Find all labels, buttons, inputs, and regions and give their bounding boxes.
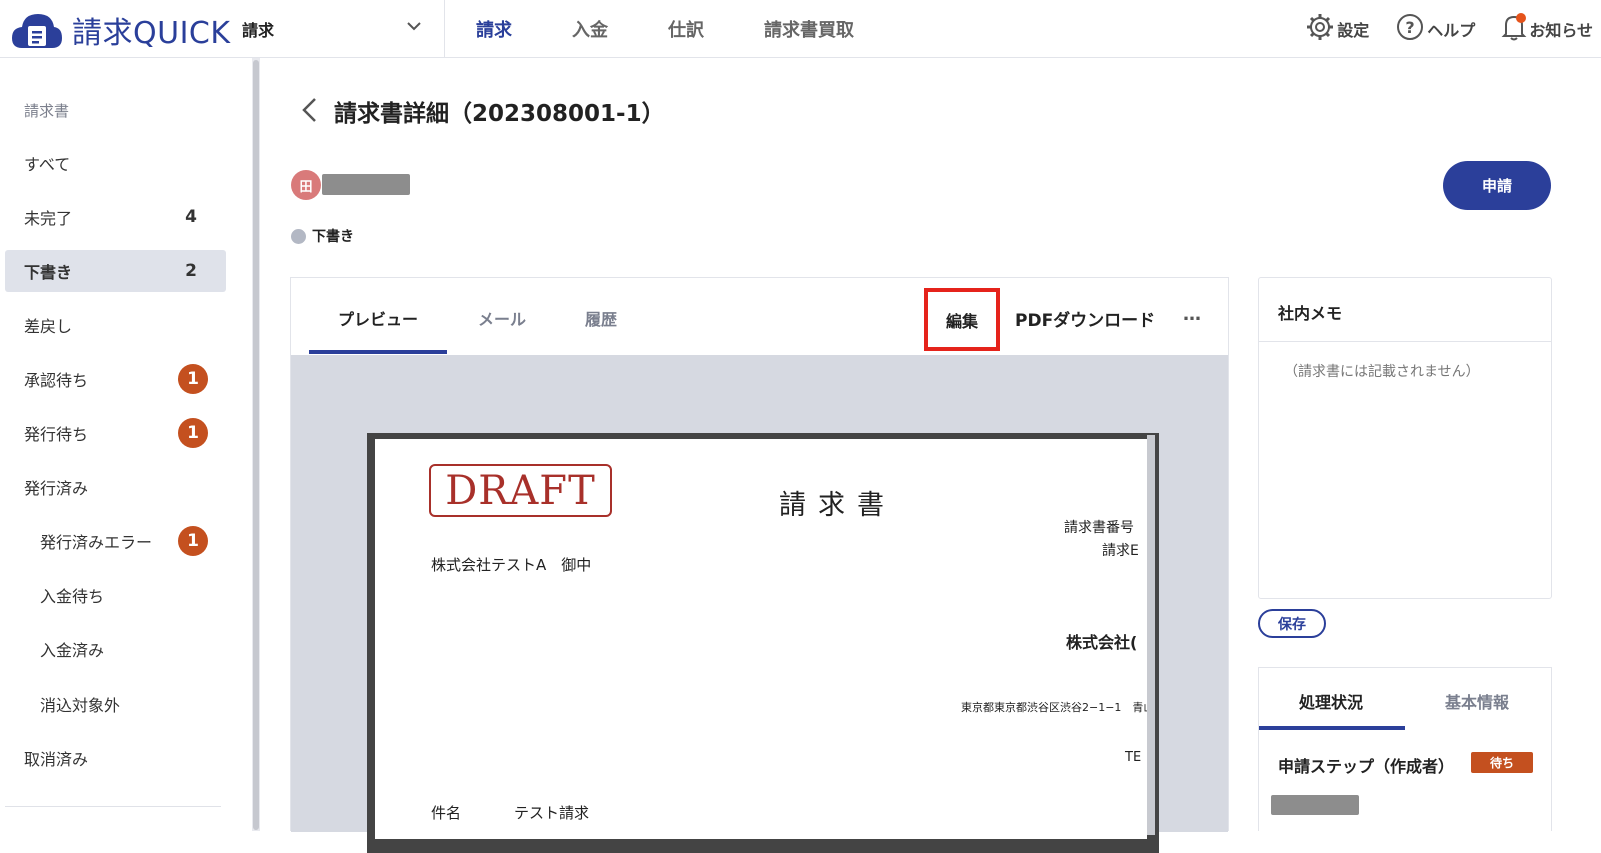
- sidebar-divider: [5, 806, 221, 807]
- sidebar-scrollbar[interactable]: [252, 58, 260, 831]
- save-button[interactable]: 保存: [1258, 609, 1326, 638]
- status-dot: [291, 228, 306, 244]
- sidebar-item-label: 発行済み: [24, 479, 89, 498]
- process-status-panel: 処理状況 基本情報 申請ステップ（作成者） 待ち: [1258, 667, 1552, 831]
- sidebar-item-badge: 1: [178, 526, 208, 556]
- sidebar-item-label: 消込対象外: [40, 696, 121, 715]
- tab-history[interactable]: 履歴: [585, 306, 617, 330]
- notifications-button[interactable]: お知らせ: [1501, 12, 1593, 46]
- invoice-document: DRAFT 請求書 株式会社テストA 御中 請求書番号 請求E 株式会社( 東京…: [375, 439, 1147, 839]
- back-arrow-icon[interactable]: [298, 96, 320, 128]
- sidebar-item-label: 差戻し: [24, 317, 73, 336]
- status-label: 下書き: [312, 229, 354, 245]
- sidebar-item-badge: 1: [178, 418, 208, 448]
- sidebar: 請求書 すべて 未完了 4 下書き 2 差戻し 承認待ち 1 発行待ち 1 発行…: [0, 58, 258, 831]
- document-scrollbar[interactable]: [1147, 435, 1155, 835]
- memo-title: 社内メモ: [1278, 304, 1343, 323]
- step-user-redacted: [1271, 795, 1359, 815]
- nav-invoice[interactable]: 請求: [476, 16, 512, 42]
- page-title: 請求書詳細（202308001-1）: [334, 101, 665, 127]
- memo-input[interactable]: （請求書には記載されません）: [1284, 361, 1480, 381]
- pdf-download-button[interactable]: PDFダウンロード: [1015, 306, 1155, 331]
- preview-area: DRAFT 請求書 株式会社テストA 御中 請求書番号 請求E 株式会社( 東京…: [291, 355, 1228, 853]
- sidebar-item-badge: 1: [178, 364, 208, 394]
- sidebar-item-count: 4: [185, 207, 197, 227]
- approval-step-label: 申請ステップ（作成者）: [1278, 757, 1455, 776]
- avatar: 田: [291, 170, 321, 200]
- status-tab-underline: [1259, 726, 1405, 730]
- creator-name-redacted: [322, 174, 410, 195]
- invoice-date-label: 請求E: [1102, 543, 1139, 559]
- sidebar-item-label: 入金待ち: [40, 587, 105, 606]
- sidebar-item-label: 入金済み: [40, 641, 105, 660]
- header-actions: 設定 ? ヘルプ お知らせ: [1279, 0, 1593, 57]
- bell-icon: [1501, 12, 1529, 46]
- apply-button[interactable]: 申請: [1443, 161, 1551, 210]
- app-header: 請求QUICK 請求 請求 入金 仕訳 請求書買取 設定 ? ヘルプ お知らせ: [0, 0, 1601, 58]
- edit-button[interactable]: 編集: [924, 288, 1000, 351]
- tab-basic-info[interactable]: 基本情報: [1445, 689, 1509, 713]
- sidebar-section-title: 請求書: [24, 102, 70, 120]
- sidebar-item-cancelled[interactable]: 取消済み: [5, 737, 226, 779]
- status-indicator: 下書き: [291, 226, 354, 246]
- logo-text: 請求QUICK: [72, 16, 231, 51]
- nav-journal[interactable]: 仕訳: [668, 16, 704, 42]
- issuer-tel: TE: [1125, 750, 1142, 765]
- subject-label: 件名: [431, 804, 462, 822]
- nav-factoring[interactable]: 請求書買取: [764, 16, 854, 42]
- subject-value: テスト請求: [514, 804, 590, 822]
- sidebar-item-label: 取消済み: [24, 750, 89, 769]
- sidebar-item-label: 発行待ち: [24, 425, 89, 444]
- sidebar-item-issued-error[interactable]: 発行済みエラー 1: [5, 520, 226, 562]
- issuer-address: 東京都東京都渋谷区渋谷2−1−1 青山: [961, 701, 1147, 714]
- sidebar-item-awaiting-payment[interactable]: 入金待ち: [5, 574, 226, 616]
- main-nav: 請求 入金 仕訳 請求書買取: [446, 0, 884, 57]
- help-label: ヘルプ: [1427, 20, 1476, 40]
- help-icon: ?: [1395, 12, 1427, 46]
- chevron-down-icon: [406, 18, 422, 38]
- product-select-value: 請求: [242, 20, 275, 40]
- invoice-tabs: プレビュー メール 履歴 編集 PDFダウンロード …: [291, 278, 1228, 355]
- help-button[interactable]: ? ヘルプ: [1395, 12, 1475, 46]
- sidebar-item-label: 下書き: [24, 263, 73, 282]
- sidebar-item-label: 発行済みエラー: [40, 533, 153, 552]
- gear-icon: [1305, 12, 1337, 46]
- sidebar-item-label: 未完了: [24, 209, 73, 228]
- draft-stamp: DRAFT: [429, 464, 612, 517]
- document-title: 請求書: [779, 490, 896, 521]
- tab-preview[interactable]: プレビュー: [338, 306, 418, 330]
- logo-cloud-icon: [10, 10, 64, 50]
- svg-text:?: ?: [1406, 18, 1415, 37]
- internal-memo-panel: 社内メモ （請求書には記載されません）: [1258, 277, 1552, 599]
- tab-mail[interactable]: メール: [478, 306, 526, 330]
- sidebar-scrollbar-thumb[interactable]: [253, 60, 259, 830]
- step-status-badge: 待ち: [1471, 752, 1533, 773]
- product-select[interactable]: 請求: [242, 0, 445, 57]
- memo-divider: [1259, 341, 1551, 342]
- settings-button[interactable]: 設定: [1305, 12, 1369, 46]
- sidebar-item-returned[interactable]: 差戻し: [5, 304, 226, 346]
- invoice-number-label: 請求書番号: [1064, 520, 1134, 536]
- sidebar-item-count: 2: [185, 261, 197, 281]
- more-options-icon[interactable]: …: [1183, 304, 1202, 325]
- nav-payment[interactable]: 入金: [572, 16, 608, 42]
- sidebar-item-draft[interactable]: 下書き 2: [5, 250, 226, 292]
- sidebar-item-issued[interactable]: 発行済み: [5, 466, 226, 508]
- sidebar-item-all[interactable]: すべて: [5, 142, 226, 184]
- sidebar-item-incomplete[interactable]: 未完了 4: [5, 196, 226, 238]
- sidebar-item-label: 承認待ち: [24, 371, 89, 390]
- tab-active-underline: [309, 350, 447, 354]
- issuer-company: 株式会社(: [1066, 633, 1138, 652]
- sidebar-item-awaiting-issue[interactable]: 発行待ち 1: [5, 412, 226, 454]
- sidebar-item-label: すべて: [24, 155, 71, 174]
- app-logo[interactable]: 請求QUICK: [10, 8, 231, 52]
- document-recipient: 株式会社テストA 御中: [431, 556, 592, 574]
- tab-process-status[interactable]: 処理状況: [1299, 689, 1363, 713]
- invoice-panel: プレビュー メール 履歴 編集 PDFダウンロード … DRAFT 請求書 株式…: [290, 277, 1229, 853]
- settings-label: 設定: [1337, 20, 1370, 40]
- sidebar-item-excluded[interactable]: 消込対象外: [5, 683, 226, 725]
- sidebar-item-paid[interactable]: 入金済み: [5, 628, 226, 670]
- notifications-label: お知らせ: [1529, 20, 1593, 40]
- sidebar-item-awaiting-approval[interactable]: 承認待ち 1: [5, 358, 226, 400]
